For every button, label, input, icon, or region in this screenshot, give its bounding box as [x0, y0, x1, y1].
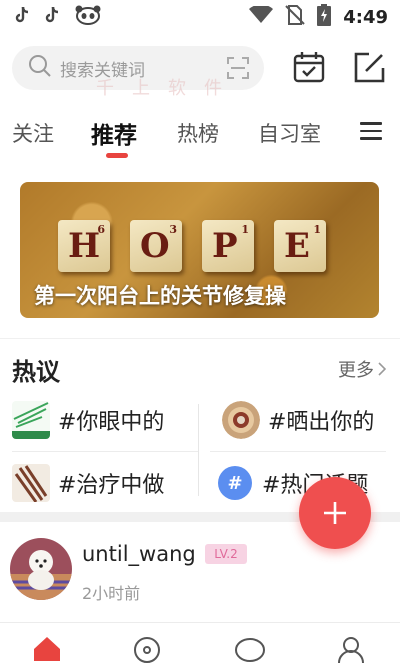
create-post-button[interactable] [299, 477, 371, 549]
pizza-thumb [222, 401, 260, 439]
post-username[interactable]: until_wang [82, 542, 196, 566]
discover-icon[interactable] [132, 633, 162, 667]
svg-text:#: # [227, 473, 242, 494]
hope-tiles: H6 O3 P1 E1 [58, 220, 358, 280]
panda-icon [74, 5, 102, 29]
letter-tile: O3 [130, 220, 182, 272]
banner-caption: 第一次阳台上的关节修复操 [34, 284, 286, 308]
compose-button[interactable] [352, 50, 386, 84]
letter-tile: H6 [58, 220, 110, 272]
plus-icon [324, 502, 346, 524]
section-divider [0, 338, 400, 339]
tab-bar: 关注 推荐 热榜 自习室 [0, 108, 400, 160]
no-sim-icon [285, 5, 305, 29]
edit-icon [354, 52, 385, 83]
topic-text: #晒出你的 [268, 410, 375, 435]
topic-divider [210, 451, 386, 452]
topic-item[interactable]: #治疗中做 [12, 463, 164, 503]
bottom-nav [0, 622, 400, 671]
hash-icon: # [216, 464, 254, 502]
avatar[interactable] [10, 538, 72, 600]
letter-tile: E1 [274, 220, 326, 272]
tiktok-icon [14, 6, 30, 28]
status-bar: 4:49 [0, 0, 400, 34]
search-icon [28, 54, 52, 82]
hot-topics-title: 热议 [12, 358, 60, 386]
tab-hot-list[interactable]: 热榜 [177, 118, 219, 148]
more-link[interactable]: 更多 [338, 356, 386, 382]
level-badge: LV.2 [205, 544, 247, 564]
letter-tile: P1 [202, 220, 254, 272]
active-tab-indicator [106, 153, 128, 158]
watermark-text: 千上软件 [96, 78, 240, 99]
battery-charging-icon [317, 4, 332, 30]
chevron-right-icon [378, 362, 386, 376]
featured-banner[interactable]: H6 O3 P1 E1 第一次阳台上的关节修复操 [20, 182, 379, 318]
sticks-thumb [12, 464, 50, 502]
topic-item[interactable]: #晒出你的 [222, 400, 374, 440]
topic-text: #你眼中的 [58, 410, 165, 435]
sport-lines-thumb [12, 401, 50, 439]
topic-item[interactable]: #你眼中的 [12, 400, 164, 440]
calendar-check-button[interactable] [292, 50, 326, 84]
post-timestamp: 2小时前 [82, 584, 141, 603]
topic-divider [12, 451, 198, 452]
tiktok-icon [44, 6, 60, 28]
profile-icon[interactable] [336, 633, 366, 667]
message-icon[interactable] [234, 633, 266, 667]
tab-following[interactable]: 关注 [12, 118, 54, 148]
topic-text: #治疗中做 [58, 473, 165, 498]
menu-button[interactable] [360, 122, 382, 142]
tab-recommended[interactable]: 推荐 [91, 116, 137, 150]
wifi-icon [249, 4, 274, 28]
home-icon[interactable] [32, 633, 62, 667]
status-time: 4:49 [343, 6, 388, 28]
more-label: 更多 [338, 360, 374, 381]
topic-divider [198, 404, 199, 496]
tab-study-room[interactable]: 自习室 [258, 118, 321, 148]
calendar-check-icon [293, 52, 325, 83]
